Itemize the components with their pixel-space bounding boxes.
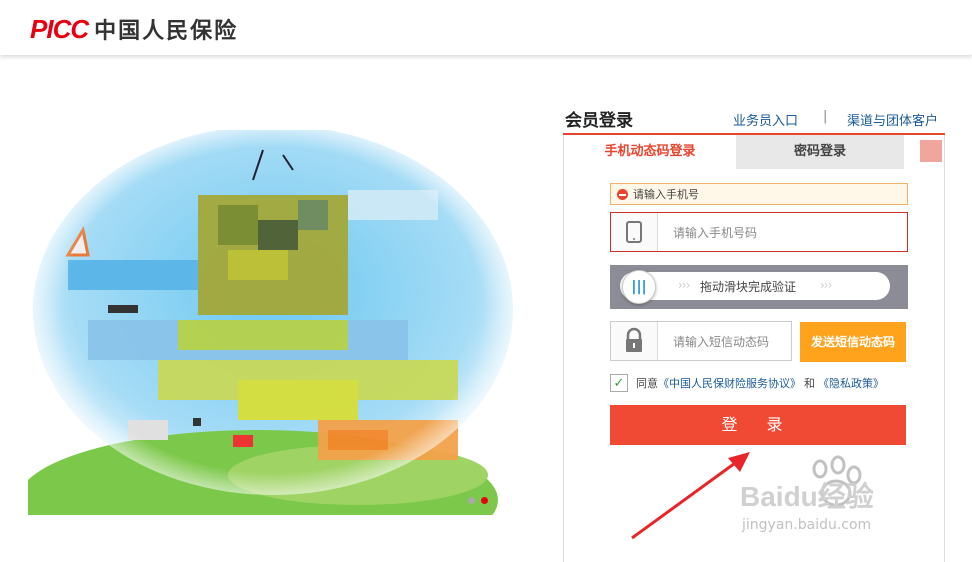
slider-grip-icon: ||| [631, 279, 647, 295]
send-sms-button[interactable]: 发送短信动态码 [800, 322, 906, 362]
staff-entry-link[interactable]: 业务员入口 [733, 110, 798, 129]
picc-logo[interactable]: PICC 中国人民保险 [30, 13, 238, 45]
carousel-dot-active[interactable] [481, 497, 488, 504]
agreement-row: ✓ 同意 《中国人民保财险服务协议》 和 《隐私政策》 [610, 373, 930, 393]
error-icon [617, 188, 628, 200]
sms-code-input[interactable]: 请输入短信动态码 [610, 321, 792, 361]
login-panel-header: 会员登录 业务员入口 | 渠道与团体客户 [563, 100, 945, 135]
sms-placeholder: 请输入短信动态码 [673, 335, 770, 349]
carousel-dot[interactable] [468, 497, 475, 504]
phone-error-tip: 请输入手机号 [610, 183, 908, 205]
lock-icon [611, 322, 658, 360]
slider-label: 拖动滑块完成验证 [700, 280, 797, 294]
phone-icon [611, 213, 658, 251]
agree-checkbox[interactable]: ✓ [610, 374, 628, 392]
top-bar: PICC 中国人民保险 [0, 0, 972, 55]
member-login-title: 会员登录 [565, 111, 633, 131]
logo-company-name: 中国人民保险 [94, 19, 239, 44]
privacy-policy-link[interactable]: 《隐私政策》 [818, 375, 884, 391]
slider-captcha[interactable]: ||| ››› 拖动滑块完成验证 ››› [610, 265, 908, 309]
service-agreement-link[interactable]: 《中国人民保财险服务协议》 [658, 375, 801, 391]
tab-password-login[interactable]: 密码登录 [736, 135, 904, 169]
watermark-brand: Baidu经验 [740, 481, 874, 512]
promo-banner-image[interactable] [28, 130, 523, 515]
tab-corner-decoration [920, 140, 942, 162]
agree-and: 和 [804, 377, 815, 390]
logo-brand-text: PICC [30, 13, 89, 44]
header-separator: | [823, 109, 828, 124]
tab-sms-login[interactable]: 手机动态码登录 [564, 135, 736, 169]
error-tip-text: 请输入手机号 [633, 188, 699, 201]
carousel-dots [468, 497, 488, 504]
slider-arrows-icon: ››› [678, 278, 690, 292]
phone-placeholder: 请输入手机号码 [673, 226, 758, 240]
login-button[interactable]: 登 录 [610, 405, 906, 445]
channel-group-link[interactable]: 渠道与团体客户 [847, 110, 938, 129]
slider-track[interactable]: ||| ››› 拖动滑块完成验证 ››› [620, 270, 890, 304]
phone-input[interactable]: 请输入手机号码 [610, 212, 908, 252]
slider-arrows-icon: ››› [820, 278, 832, 292]
watermark-url: jingyan.baidu.com [742, 517, 872, 533]
slider-handle[interactable]: ||| [622, 270, 656, 304]
agree-prefix: 同意 [636, 377, 658, 390]
baidu-jingyan-watermark: Baidu经验 jingyan.baidu.com [740, 455, 940, 545]
